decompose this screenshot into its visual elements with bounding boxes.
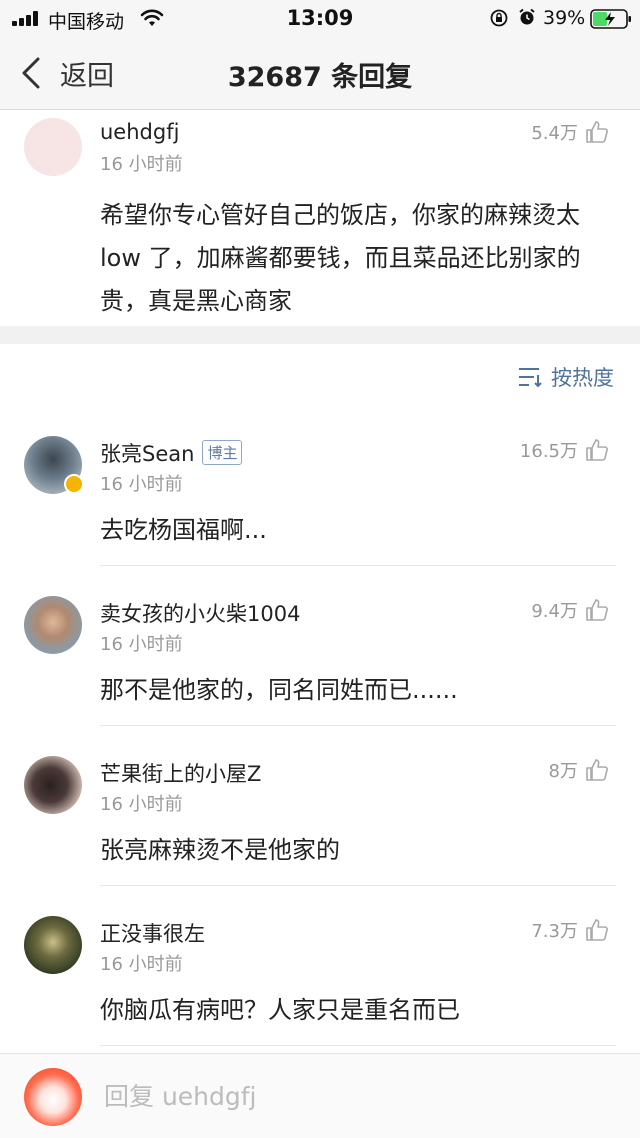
battery-charging-icon [590,9,631,29]
comment-text: 希望你专心管好自己的饭店，你家的麻辣烫太 low 了，加麻酱都要钱，而且菜品还比… [100,201,581,315]
reply-time: 16 小时前 [100,794,183,815]
reply-time: 16 小时前 [100,954,183,975]
like-button[interactable]: 5.4万 [531,118,610,146]
reply-username-text: 张亮Sean [100,442,195,466]
reply-username[interactable]: 卖女孩的小火柴1004 [100,598,300,628]
alarm-icon [519,8,535,25]
comment-username[interactable]: uehdgfj [100,120,179,144]
navigation-bar: 返回 32687 条回复 [0,36,640,110]
rotation-lock-icon [490,9,508,27]
avatar[interactable] [24,596,82,654]
verified-badge-icon [64,474,84,494]
section-divider [0,326,640,344]
reply-input-bar [0,1053,640,1138]
thumbs-up-icon [586,919,608,941]
reply-username[interactable]: 正没事很左 [100,918,205,948]
thumbs-up-icon [586,121,608,143]
like-count: 16.5万 [519,441,578,462]
avatar[interactable] [24,118,82,176]
reply-username[interactable]: 芒果街上的小屋Z [100,758,261,788]
like-count: 7.3万 [531,921,578,942]
reply-text: 张亮麻辣烫不是他家的 [100,836,340,864]
reply-text: 去吃杨国福啊... [100,516,267,544]
reply-time: 16 小时前 [100,474,183,495]
thumbs-up-icon [586,439,608,461]
thumbs-up-icon [586,599,608,621]
reply-input[interactable] [104,1076,604,1116]
avatar[interactable] [24,916,82,974]
status-bar: 中国移动 13:09 39% [0,0,640,36]
sort-label: 按热度 [551,366,614,390]
reply-text: 那不是他家的，同名同姓而已...... [100,676,458,704]
like-count: 8万 [548,761,578,782]
like-button[interactable]: 9.4万 [531,596,610,624]
list-item: 张亮Sean 博主 16 小时前 16.5万 去吃杨国福啊... [0,406,640,566]
like-count: 5.4万 [531,123,578,144]
reply-time: 16 小时前 [100,634,183,655]
list-item: 卖女孩的小火柴1004 16 小时前 9.4万 那不是他家的，同名同姓而已...… [0,566,640,726]
comment-time: 16 小时前 [100,154,183,175]
avatar[interactable] [24,1068,82,1126]
reply-username[interactable]: 张亮Sean 博主 [100,438,243,468]
divider [100,1045,616,1046]
like-button[interactable]: 7.3万 [531,916,610,944]
list-item: 芒果街上的小屋Z 16 小时前 8万 张亮麻辣烫不是他家的 [0,726,640,886]
sort-by-hot-button[interactable]: 按热度 [517,362,614,392]
like-button[interactable]: 8万 [549,756,610,784]
blogger-badge: 博主 [202,440,243,465]
page-title: 32687 条回复 [227,62,413,93]
like-button[interactable]: 16.5万 [520,436,610,464]
list-item: 正没事很左 16 小时前 7.3万 你脑瓜有病吧？人家只是重名而已 [0,886,640,1046]
thumbs-up-icon [586,759,608,781]
original-comment: uehdgfj 16 小时前 5.4万 希望你专心管好自己的饭店，你家的麻辣烫太… [0,110,640,326]
reply-text: 你脑瓜有病吧？人家只是重名而已 [100,996,460,1024]
avatar[interactable] [24,756,82,814]
battery-percent: 39% [543,7,586,29]
like-count: 9.4万 [531,601,578,622]
sort-lines-icon [519,368,542,388]
